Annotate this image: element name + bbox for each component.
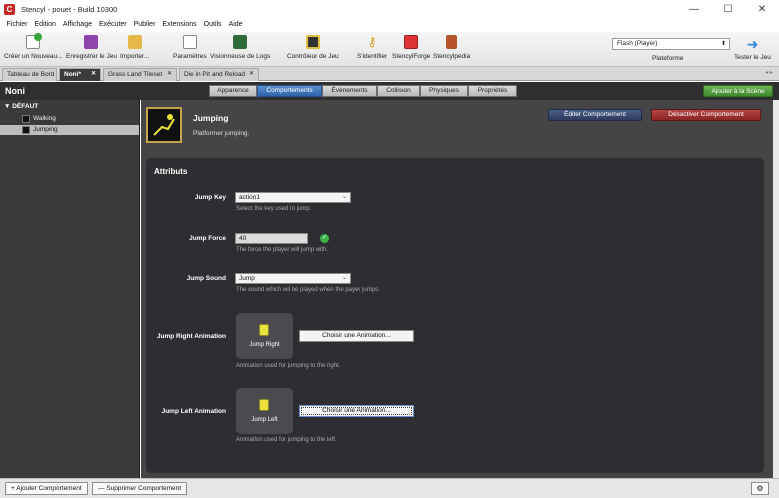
behavior-sidebar: ▼ DÉFAUT Walking Jumping — [0, 100, 140, 478]
settings-icon — [182, 35, 197, 49]
valid-check-icon: ✓ — [320, 234, 329, 243]
chevron-down-icon: ⌄ — [341, 275, 347, 281]
jump-force-help: The force the player will jump with. — [236, 247, 329, 253]
jump-sound-dropdown[interactable]: Jump ⌄ — [235, 273, 351, 284]
maximize-button[interactable]: ☐ — [711, 0, 745, 18]
save-icon — [84, 35, 99, 49]
identify-button[interactable]: ⚷ S'identifier — [357, 34, 387, 61]
tab-apparence[interactable]: Apparence — [209, 85, 257, 97]
attributes-title: Attributs — [154, 167, 188, 176]
stencylpedia-button[interactable]: Stencylpedia — [433, 35, 470, 60]
behavior-name: Jumping — [193, 113, 229, 123]
jump-left-anim-label: Jump Left Animation — [161, 408, 226, 415]
import-button[interactable]: Importer... — [120, 35, 149, 60]
tab-noni[interactable]: Noni* ✕ — [59, 68, 101, 81]
gear-icon[interactable]: ⚙ — [751, 482, 769, 495]
stencylforge-icon — [404, 35, 419, 49]
jump-right-anim-preview[interactable]: Jump Right — [236, 313, 293, 359]
behavior-description: Platformer jumping. — [193, 130, 250, 137]
stencyl-logo-icon: C — [4, 3, 15, 15]
menu-executer[interactable]: Exécuter — [95, 21, 130, 28]
jumping-figure-icon — [153, 114, 175, 136]
menu-affichage[interactable]: Affichage — [59, 21, 95, 28]
game-controller-button[interactable]: Contrôleur de Jeu — [287, 35, 339, 60]
minimize-button[interactable]: — — [677, 0, 711, 18]
chevron-down-icon: ⌄ — [341, 194, 347, 200]
jump-key-dropdown[interactable]: action1 ⌄ — [235, 192, 351, 203]
jumping-behavior-icon — [146, 107, 182, 143]
document-tabs: Tableau de Bord Noni* ✕ Grass Land Tilese… — [0, 67, 779, 81]
menu-bar: Fichier Edition Affichage Exécuter Publi… — [0, 18, 779, 31]
jump-key-label: Jump Key — [194, 194, 226, 201]
new-game-button[interactable]: Créer un Nouveau... — [4, 33, 63, 60]
sprite-thumbnail-icon — [259, 324, 269, 336]
actor-title: Noni — [5, 86, 25, 96]
jump-sound-label: Jump Sound — [186, 275, 226, 282]
footer-bar: + Ajouter Comportement — Supprimer Compo… — [0, 478, 779, 498]
tab-evenements[interactable]: Évènements — [322, 85, 377, 97]
new-game-icon — [26, 33, 43, 49]
jump-right-anim-help: Animation used for jumping to the right. — [236, 363, 341, 369]
edit-behavior-button[interactable]: Éditer Comportement — [548, 109, 642, 121]
disable-behavior-button[interactable]: Désactiver Comportement — [651, 109, 761, 121]
attributes-panel: Attributs Jump Key action1 ⌄ Select the … — [146, 158, 764, 473]
jump-key-help: Select the key used to jump. — [236, 206, 312, 212]
menu-aide[interactable]: Aide — [225, 21, 246, 28]
menu-edition[interactable]: Edition — [31, 21, 59, 28]
jump-right-anim-label: Jump Right Animation — [156, 333, 226, 340]
key-icon: ⚷ — [367, 34, 377, 49]
save-game-button[interactable]: Enregistrer le Jeu — [66, 35, 117, 60]
add-to-scene-button[interactable]: Ajouter à la Scène — [703, 85, 773, 97]
test-game-button[interactable]: ➜ Tester le Jeu — [734, 36, 771, 61]
platform-select[interactable]: Flash (Player) ⬍ — [612, 38, 730, 50]
vertical-scrollbar[interactable] — [773, 100, 779, 478]
menu-extensions[interactable]: Extensions — [159, 21, 200, 28]
book-icon — [446, 35, 458, 49]
menu-publier[interactable]: Publier — [130, 21, 159, 28]
editor-header: Noni Apparence Comportements Évènements … — [0, 82, 779, 100]
arrow-right-icon: ➜ — [746, 36, 759, 52]
import-icon — [127, 35, 142, 49]
stencylforge-button[interactable]: StencylForge — [392, 35, 430, 60]
jump-left-anim-help: Animation used for jumping to the left. — [236, 437, 337, 443]
tab-dashboard[interactable]: Tableau de Bord — [2, 68, 57, 81]
jump-left-anim-preview[interactable]: Jump Left — [236, 388, 293, 434]
close-tab-icon[interactable]: ✕ — [249, 69, 254, 80]
behavior-thumb-icon — [22, 126, 30, 134]
sidebar-group-default[interactable]: ▼ DÉFAUT — [4, 103, 38, 110]
main-toolbar: Créer un Nouveau... Enregistrer le Jeu I… — [0, 32, 779, 67]
log-viewer-button[interactable]: Visionneuse de Logs — [210, 35, 270, 60]
sidebar-item-jumping[interactable]: Jumping — [0, 125, 139, 135]
tab-proprietes[interactable]: Propriétés — [468, 85, 517, 97]
chevron-down-icon: ⬍ — [720, 41, 726, 47]
choose-left-animation-button[interactable]: Choisir une Animation... — [299, 405, 414, 417]
close-tab-icon[interactable]: ✕ — [167, 69, 172, 80]
tab-comportements[interactable]: Comportements — [257, 85, 322, 97]
game-controller-icon — [305, 35, 320, 49]
tab-physiques[interactable]: Physiques — [420, 85, 468, 97]
jump-sound-help: The sound which wil be played when the p… — [236, 287, 380, 293]
sprite-thumbnail-icon — [259, 399, 269, 411]
remove-behavior-button[interactable]: — Supprimer Comportement — [92, 482, 188, 495]
menu-outils[interactable]: Outils — [200, 21, 225, 28]
add-behavior-button[interactable]: + Ajouter Comportement — [5, 482, 88, 495]
window-title: Stencyl - pouet - Build 10300 — [21, 4, 118, 14]
title-bar: C Stencyl - pouet - Build 10300 — ☐ ✕ — [0, 0, 779, 18]
close-window-button[interactable]: ✕ — [745, 0, 779, 18]
choose-right-animation-button[interactable]: Choisir une Animation... — [299, 330, 414, 342]
settings-button[interactable]: Paramètres — [173, 35, 207, 60]
platform-label: Plateforme — [652, 55, 684, 62]
behavior-thumb-icon — [22, 115, 30, 123]
jump-force-input[interactable]: 40 — [235, 233, 308, 244]
tab-collision[interactable]: Collision — [377, 85, 420, 97]
log-viewer-icon — [233, 35, 248, 49]
sidebar-item-walking[interactable]: Walking — [0, 114, 139, 124]
tab-grass-land-tileset[interactable]: Grass Land Tileset ✕ — [103, 68, 177, 81]
jump-force-label: Jump Force — [189, 235, 226, 242]
tab-die-in-pit[interactable]: Die in Pit and Reload ✕ — [179, 68, 259, 81]
tab-scroll-arrows[interactable]: ◂ ▸ — [765, 69, 773, 76]
menu-fichier[interactable]: Fichier — [3, 21, 31, 28]
close-tab-icon[interactable]: ✕ — [91, 69, 96, 80]
behavior-editor: Jumping Platformer jumping. Éditer Compo… — [141, 100, 773, 478]
